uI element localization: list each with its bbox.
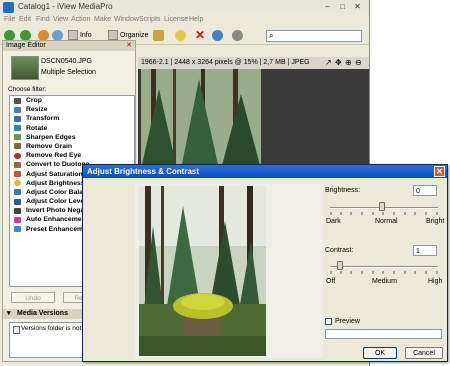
forest-photo xyxy=(141,69,261,169)
document-icon xyxy=(13,326,20,334)
resize-icon xyxy=(14,106,21,113)
crop-icon xyxy=(14,97,21,104)
saturation-icon xyxy=(14,171,21,177)
color-balance-icon xyxy=(14,189,21,196)
search-input[interactable]: ⌕ xyxy=(266,30,362,42)
brightness-ticks xyxy=(330,212,438,215)
delete-icon[interactable]: ✕ xyxy=(195,28,205,42)
file-name: DSCN0540.JPG xyxy=(41,58,92,65)
image-info: 1966-2.1 | 2448 x 3264 pixels @ 15% | 2,… xyxy=(141,59,310,66)
forest-illustration xyxy=(141,69,261,169)
info-label: Info xyxy=(79,32,92,39)
title-bar: Catalog1 - iView MediaPro – □ ✕ xyxy=(0,0,369,16)
menu-scripts[interactable]: Scripts xyxy=(139,16,160,23)
image-info-bar: 1966-2.1 | 2448 x 3264 pixels @ 15% | 2,… xyxy=(138,57,369,69)
panel-close-icon[interactable]: ✕ xyxy=(126,41,132,51)
organize-label: Organize xyxy=(119,32,149,39)
preview-checkbox[interactable] xyxy=(325,318,332,325)
menu-edit[interactable]: Edit xyxy=(19,16,31,23)
dialog-title: Adjust Brightness & Contrast xyxy=(87,167,200,176)
menu-view[interactable]: View xyxy=(53,16,68,23)
chevron-down-icon: ▾ xyxy=(7,310,11,317)
color-levels-icon xyxy=(14,198,21,205)
preview-label: Preview xyxy=(335,318,360,325)
contrast-mid-label: Medium xyxy=(372,278,397,285)
microphone-icon[interactable] xyxy=(232,30,243,41)
brightness-icon xyxy=(14,180,21,187)
undo-button[interactable]: Undo xyxy=(11,292,55,303)
preset-icon xyxy=(14,226,21,233)
menu-window[interactable]: Window xyxy=(114,16,139,23)
convert-icon[interactable] xyxy=(212,30,223,41)
contrast-max-label: High xyxy=(428,278,443,285)
menu-find[interactable]: Find xyxy=(36,16,50,23)
zoom-in-icon[interactable]: ⊕ xyxy=(345,57,352,69)
maximize-button[interactable]: □ xyxy=(337,2,348,12)
tag-icon[interactable] xyxy=(175,30,186,41)
filter-transform[interactable]: Transform xyxy=(10,114,134,123)
menu-make[interactable]: Make xyxy=(94,16,111,23)
menu-action[interactable]: Action xyxy=(71,16,90,23)
brightness-mid-label: Normal xyxy=(375,218,398,225)
contrast-input[interactable]: 1 xyxy=(413,245,437,256)
organize-icon xyxy=(108,30,118,41)
dialog-close-button[interactable]: ✕ xyxy=(434,166,445,177)
filter-crop[interactable]: Crop xyxy=(10,96,134,105)
zoom-out-icon[interactable]: ⊖ xyxy=(355,57,362,69)
filter-caption: Choose filter: xyxy=(8,86,47,93)
info-icon xyxy=(68,30,78,41)
brightness-slider[interactable] xyxy=(379,202,385,211)
preview-image xyxy=(139,186,266,356)
brightness-contrast-dialog: Adjust Brightness & Contrast ✕ Brightnes… xyxy=(82,164,448,362)
grid-view-icon[interactable] xyxy=(153,30,164,41)
contrast-track xyxy=(330,266,438,268)
app-title: Catalog1 - iView MediaPro xyxy=(18,2,113,11)
menu-license[interactable]: License xyxy=(164,16,188,23)
filter-remove-grain[interactable]: Remove Grain xyxy=(10,142,134,151)
menu-file[interactable]: File xyxy=(4,16,15,23)
filter-sharpen-edges[interactable]: Sharpen Edges xyxy=(10,133,134,142)
ok-button[interactable]: OK xyxy=(363,347,397,359)
contrast-min-label: Off xyxy=(326,278,336,285)
rotate-icon xyxy=(14,125,21,132)
cancel-button[interactable]: Cancel xyxy=(405,347,443,359)
filter-resize[interactable]: Resize xyxy=(10,105,134,114)
brightness-min-label: Dark xyxy=(326,218,341,225)
close-button[interactable]: ✕ xyxy=(352,2,363,12)
menu-help[interactable]: Help xyxy=(189,16,203,23)
contrast-label: Contrast: xyxy=(325,247,354,254)
filter-remove-red-eye[interactable]: Remove Red Eye xyxy=(10,151,134,160)
search-icon: ⌕ xyxy=(269,31,274,40)
transform-icon xyxy=(14,115,21,122)
image-editor-title: Image Editor xyxy=(6,42,46,49)
progress-bar xyxy=(325,329,442,339)
brightness-input[interactable]: 0 xyxy=(413,185,437,196)
pan-icon[interactable]: ✥ xyxy=(335,57,342,69)
image-viewer xyxy=(138,69,369,169)
menu-bar: File Edit Find View Action Make Window S… xyxy=(0,15,369,27)
brightness-max-label: Bright xyxy=(426,218,445,225)
minimize-button[interactable]: – xyxy=(322,2,333,12)
invert-icon xyxy=(14,207,21,214)
contrast-slider[interactable] xyxy=(337,261,343,270)
rotate-icon[interactable]: ↗ xyxy=(325,57,332,69)
red-eye-icon xyxy=(14,152,21,159)
file-thumbnail xyxy=(11,56,39,80)
media-versions-title: Media Versions xyxy=(17,310,68,317)
dialog-title-bar: Adjust Brightness & Contrast ✕ xyxy=(83,165,447,178)
contrast-ticks xyxy=(330,271,438,274)
selection-label: Multiple Selection xyxy=(41,69,96,76)
image-editor-header: Image Editor ✕ xyxy=(3,41,135,51)
versions-message: Versions folder is not se xyxy=(21,325,91,332)
auto-enhance-icon xyxy=(14,216,21,223)
filter-rotate[interactable]: Rotate xyxy=(10,124,134,133)
duotone-icon xyxy=(14,161,21,168)
app-icon xyxy=(3,2,14,13)
grain-icon xyxy=(14,143,21,150)
brightness-label: Brightness: xyxy=(325,187,361,194)
sharpen-icon xyxy=(14,134,21,141)
